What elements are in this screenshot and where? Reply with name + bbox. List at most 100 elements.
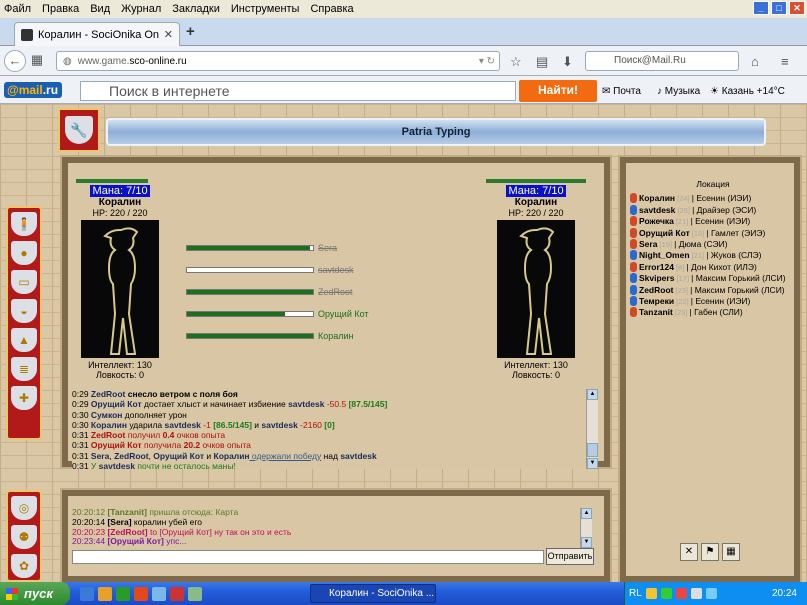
menu-view[interactable]: Вид [90,3,110,15]
mailru-search-input[interactable]: Поиск в интернете [80,81,516,101]
location-user[interactable]: Коралин [24] | Есенин (ИЭИ) [630,193,796,204]
log-fragment[interactable]: savtdesk [261,420,297,430]
tray-app-icon[interactable] [705,588,717,599]
chat-user[interactable]: [Tanzanit] [107,508,147,517]
start-button[interactable]: пуск [0,582,70,605]
quicklaunch-explorer-icon[interactable] [80,586,94,601]
log-fragment[interactable]: savtdesk [340,451,376,461]
user-name[interactable]: Skvipers [639,273,674,283]
minimize-button[interactable]: _ [753,1,769,15]
reload-icon[interactable]: ▾ ↻ [479,56,495,67]
scroll-up-icon[interactable]: ▲ [587,389,598,400]
chat-user[interactable]: [ZedRoot] [107,527,147,537]
taskbar-firefox-item[interactable]: Коралин - SociOnika ... [310,584,436,603]
home-icon[interactable]: ⌂ [751,54,759,69]
log-fragment[interactable]: ZedRoot [91,389,125,399]
menu-history[interactable]: Журнал [121,3,161,15]
left-avatar[interactable] [81,220,159,358]
quicklaunch-desktop-icon[interactable] [152,586,166,601]
participant-name[interactable]: savtdesk [318,265,354,275]
download-icon[interactable]: ⬇ [562,54,573,70]
location-user[interactable]: savtdesk [26] | Драйзер (ЭСИ) [630,204,796,216]
location-user[interactable]: Рожечка [21] | Есенин (ИЭИ) [630,216,796,227]
user-name[interactable]: Коралин [639,193,675,203]
log-fragment[interactable]: Sera [91,451,109,461]
stack-icon[interactable]: ≣ [11,357,37,381]
menu-help[interactable]: Справка [310,3,353,15]
character-icon[interactable]: 🧍 [11,212,37,236]
mailru-logo[interactable]: @mail.ru [4,82,62,98]
user-name[interactable]: ZedRoot [639,285,673,295]
fighter-icon[interactable]: ✚ [11,386,37,410]
location-user[interactable]: Sera [19] | Дюма (СЭИ) [630,239,796,250]
log-fragment[interactable]: Орущий Кот [91,399,142,409]
user-name[interactable]: Темреки [639,296,674,306]
chat-input[interactable] [72,550,544,564]
chat-user[interactable]: [Sera] [107,517,131,527]
bookmark-star-icon[interactable]: ☆ [510,54,522,70]
map-icon[interactable]: ▦ [722,543,740,561]
user-name[interactable]: Tanzanit [639,307,673,317]
menu-tools[interactable]: Инструменты [231,3,300,15]
menu-bookmarks[interactable]: Закладки [172,3,220,15]
music-link[interactable]: ♪ Музыка [657,86,700,97]
user-name[interactable]: savtdesk [639,205,675,215]
scroll-thumb[interactable] [587,443,598,457]
participant-name[interactable]: Коралин [318,331,354,341]
quicklaunch-misc-icon[interactable] [188,586,202,601]
log-fragment[interactable]: savtdesk [288,399,324,409]
globe-icon[interactable]: ◎ [11,496,37,520]
site-identity-icon[interactable]: ▦ [28,50,46,72]
people-icon[interactable]: ⚉ [11,525,37,549]
combat-log-scrollbar[interactable]: ▲ ▼ [586,389,598,469]
tray-volume-icon[interactable] [690,588,702,599]
location-user[interactable]: Skvipers [17] | Максим Горький (ЛСИ) [630,273,796,284]
treasure-icon[interactable]: ▲ [11,328,37,352]
participant-name[interactable]: ZedRoot [318,287,353,297]
location-user[interactable]: Темреки [22] | Есенин (ИЭИ) [630,296,796,307]
new-tab-icon[interactable]: + [186,23,195,40]
participant-name[interactable]: Орущий Кот [318,309,369,319]
find-button[interactable]: Найти! [519,80,597,102]
menu-hamburger-icon[interactable]: ≡ [781,54,789,69]
chat-scroll-down-icon[interactable]: ▼ [581,537,592,548]
url-bar[interactable]: ◍ www.game.sco-online.ru ▾ ↻ [56,51,500,71]
user-name[interactable]: Error124 [639,262,674,272]
log-fragment[interactable]: Коралин [91,420,127,430]
location-user[interactable]: Night_Omen [21] | Жуков (СЛЭ) [630,250,796,261]
language-indicator[interactable]: RL [629,588,642,599]
chat-scrollbar[interactable]: ▲ ▼ [580,508,592,548]
menu-edit[interactable]: Правка [42,3,79,15]
menu-file[interactable]: Файл [4,3,31,15]
location-user[interactable]: Error124 [8] | Дон Кихот (ИЛЭ) [630,261,796,273]
settings-banner[interactable]: 🔧 [58,108,100,152]
chat-scroll-up-icon[interactable]: ▲ [581,508,592,519]
tray-security-icon[interactable] [675,588,687,599]
quicklaunch-app-icon[interactable] [116,586,130,601]
quicklaunch-firefox-icon[interactable] [134,586,148,601]
send-button[interactable]: Отправить [546,548,594,565]
quicklaunch-folder-icon[interactable] [98,586,112,601]
browser-tab[interactable]: Коралин - SociOnika Online ✕ [14,22,180,46]
flower-icon[interactable]: ✿ [11,554,37,578]
maximize-button[interactable]: □ [771,1,787,15]
scroll-icon[interactable]: ▭ [11,270,37,294]
bag-icon[interactable]: ◒ [11,299,37,323]
close-button[interactable]: ✕ [789,1,805,15]
flag-icon[interactable]: ⚑ [701,543,719,561]
log-fragment[interactable]: savtdesk [99,461,135,469]
location-user[interactable]: Tanzanit [23] | Габен (СЛИ) [630,307,796,318]
user-name[interactable]: Sera [639,239,657,249]
chat-user[interactable]: [Орущий Кот] [107,536,163,546]
browser-search-input[interactable]: Поиск@Mail.Ru [585,51,739,71]
log-fragment[interactable]: ZedRoot [114,451,148,461]
tray-icon[interactable] [645,588,657,599]
log-fragment[interactable]: Коралин [214,451,250,461]
coin-icon[interactable]: ● [11,241,37,265]
participant-name[interactable]: Sera [318,243,337,253]
tray-network-icon[interactable] [660,588,672,599]
log-fragment[interactable]: savtdesk [165,420,201,430]
log-fragment[interactable]: одержали победу [250,451,321,461]
scroll-down-icon[interactable]: ▼ [587,458,598,469]
mail-link[interactable]: ✉ Почта [602,86,641,97]
